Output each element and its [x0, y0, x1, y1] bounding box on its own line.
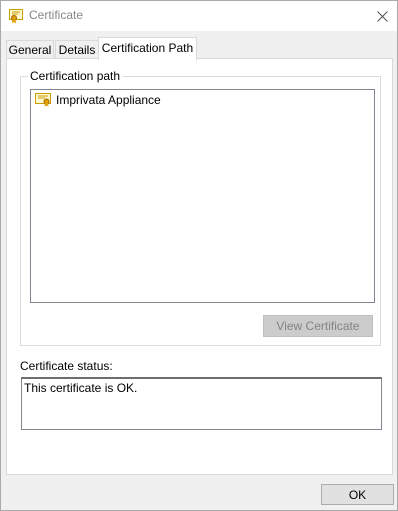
tree-item-label: Imprivata Appliance: [56, 93, 161, 107]
tree-item-imprivata-appliance[interactable]: Imprivata Appliance: [35, 92, 162, 108]
view-certificate-button[interactable]: View Certificate: [263, 315, 373, 337]
certificate-status-text: This certificate is OK.: [24, 381, 138, 395]
tab-certification-path[interactable]: Certification Path: [98, 37, 197, 60]
ok-button[interactable]: OK: [321, 484, 394, 505]
tab-panel: Certification path Imprivata Appliance V…: [6, 58, 393, 475]
tab-details[interactable]: Details: [55, 40, 99, 59]
title-bar: Certificate: [1, 1, 397, 31]
certificate-status-label: Certificate status:: [20, 359, 113, 373]
certificate-status-box[interactable]: This certificate is OK.: [21, 377, 382, 430]
close-icon: [376, 10, 388, 22]
tab-strip: General Details Certification Path: [6, 37, 394, 60]
tab-general[interactable]: General: [6, 40, 54, 59]
group-label: Certification path: [28, 69, 123, 83]
certificate-icon: [9, 8, 23, 24]
certificate-icon: [35, 93, 51, 107]
close-button[interactable]: [367, 1, 397, 31]
certificate-dialog: Certificate General Details Certificatio…: [0, 0, 398, 511]
window-title: Certificate: [29, 8, 84, 22]
certification-path-tree[interactable]: Imprivata Appliance: [30, 89, 375, 303]
certification-path-group: Certification path Imprivata Appliance V…: [20, 69, 381, 346]
